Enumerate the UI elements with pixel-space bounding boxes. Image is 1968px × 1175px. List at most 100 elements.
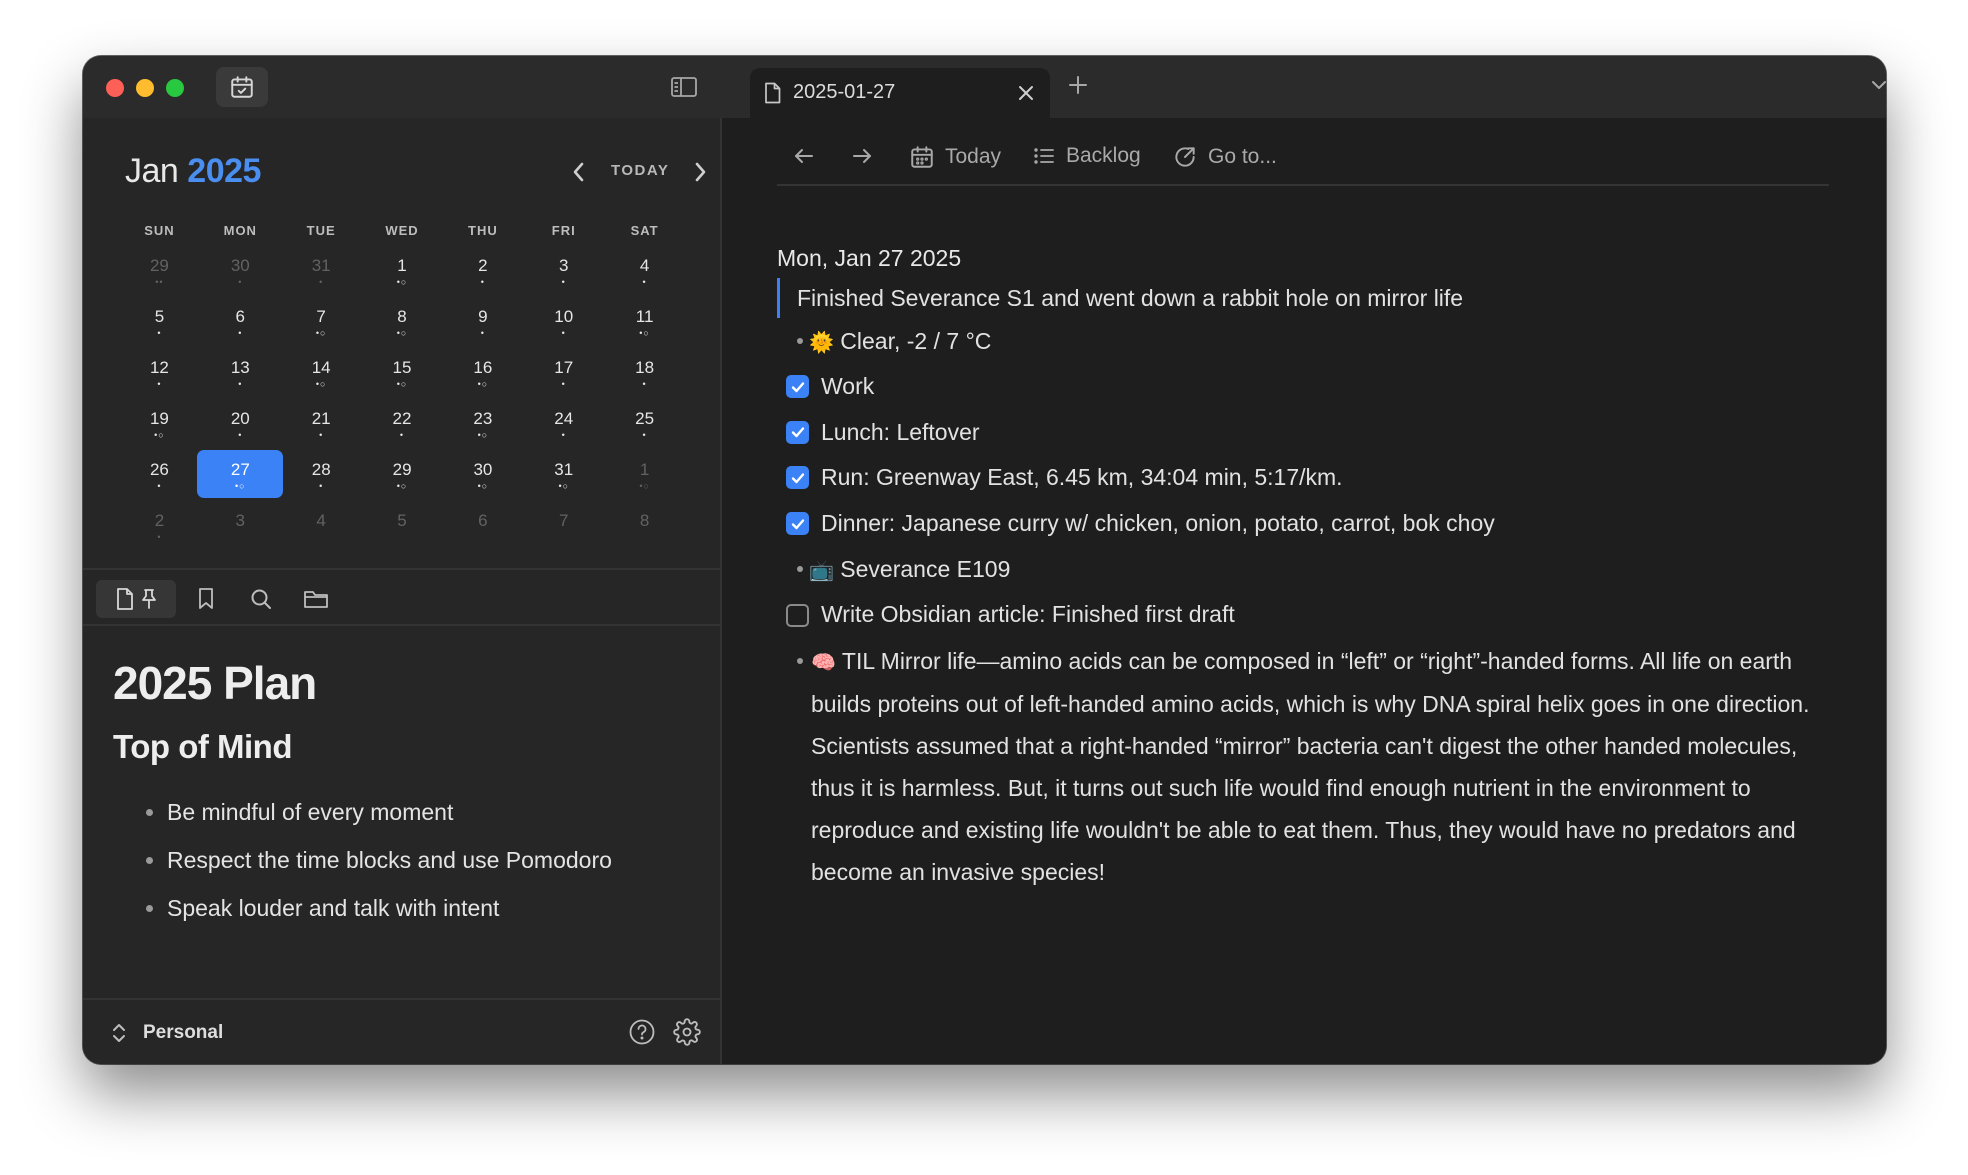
calendar-day[interactable]: 26 • [119,450,200,498]
note-indicator-dots: • [480,277,485,287]
calendar-day[interactable]: 13 • [200,348,281,396]
calendar-day[interactable]: 29 •○ [362,450,443,498]
calendar-day[interactable]: 7 [523,501,604,549]
calendar-day[interactable]: 10 • [523,297,604,345]
calendar-day[interactable]: 25 • [604,399,685,447]
forward-button[interactable] [850,144,874,168]
calendar-day[interactable]: 8 •○ [362,297,443,345]
close-icon[interactable] [1016,83,1036,103]
calendar-day[interactable]: 19 •○ [119,399,200,447]
calendar-day[interactable]: 24 • [523,399,604,447]
calendar-day[interactable]: 3 [200,501,281,549]
calendar-day[interactable]: 1 •○ [604,450,685,498]
task-item: Work [777,364,1837,410]
tab-daily-note[interactable]: 2025-01-27 [750,68,1050,118]
vault-switcher-icon[interactable] [109,1020,129,1046]
calendar-day[interactable]: 12 • [119,348,200,396]
calendar-day[interactable]: 11 •○ [604,297,685,345]
arrow-left-icon [795,149,813,163]
weather-text: Clear, -2 / 7 °C [840,328,992,354]
calendar-day[interactable]: 2 • [119,501,200,549]
list-item: Speak louder and talk with intent [113,884,693,932]
calendar-day[interactable]: 3 • [523,246,604,294]
task-item: Run: Greenway East, 6.45 km, 34:04 min, … [777,455,1837,501]
help-icon[interactable] [628,1018,656,1046]
toggle-sidebar-button[interactable] [669,73,699,101]
calendar-day[interactable]: 1 •○ [362,246,443,294]
calendar-grid: SUN MON TUE WED THU FRI SAT 29 •• 30 • 31 • 1 •… [119,216,685,552]
previous-month-button[interactable] [567,158,591,186]
day-number: 25 [635,409,655,428]
calendar-day[interactable]: 2 • [442,246,523,294]
calendar-day[interactable]: 18 • [604,348,685,396]
day-number: 5 [154,307,165,326]
note-indicator-dots: • [561,277,566,287]
tab-bar: 2025-01-27 [722,56,1886,118]
tab-files[interactable] [96,580,176,618]
calendar-day[interactable]: 7 •○ [281,297,362,345]
calendar-day[interactable]: 6 [442,501,523,549]
calendar-day[interactable]: 31 • [281,246,362,294]
vault-name[interactable]: Personal [143,1022,223,1044]
calendar-day[interactable]: 9 • [442,297,523,345]
list-item: Be mindful of every moment [113,788,693,836]
calendar-day[interactable]: 16 •○ [442,348,523,396]
til-item: 🧠 TIL Mirror life—amino acids can be com… [777,640,1837,893]
calendar-day[interactable]: 22 • [362,399,443,447]
note-indicator-dots: •○ [477,481,489,491]
calendar-day[interactable]: 20 • [200,399,281,447]
task-checkbox[interactable] [786,466,809,490]
calendar-day[interactable]: 5 • [119,297,200,345]
task-checkbox[interactable] [786,603,809,627]
task-item: Lunch: Leftover [777,410,1837,456]
next-month-button[interactable] [688,158,712,186]
calendar-day[interactable]: 5 [362,501,443,549]
calendar-day[interactable]: 14 •○ [281,348,362,396]
calendar-view-button[interactable] [216,67,268,107]
calendar-day[interactable]: 8 [604,501,685,549]
calendar-day[interactable]: 29 •• [119,246,200,294]
calendar-day[interactable]: 17 • [523,348,604,396]
file-icon [765,82,781,104]
calendar-day[interactable]: 30 • [200,246,281,294]
search-icon [251,589,271,609]
zoom-window-button[interactable] [166,79,184,97]
day-number: 31 [311,256,331,275]
task-checkbox[interactable] [786,512,809,536]
calendar-day[interactable]: 31 •○ [523,450,604,498]
tab-bookmarks[interactable] [186,580,226,618]
calendar-day-selected[interactable]: 27 •○ [197,450,284,498]
goto-button[interactable]: Go to... [1172,144,1277,170]
back-button[interactable] [792,144,816,168]
task-checkbox[interactable] [786,375,809,399]
task-label: Run: Greenway East, 6.45 km, 34:04 min, … [821,464,1343,491]
tab-search[interactable] [241,580,281,618]
calendar-day[interactable]: 21 • [281,399,362,447]
day-number: 13 [230,358,250,377]
day-number: 2 [154,511,165,530]
backlog-button[interactable]: Backlog [1032,144,1141,168]
minimize-window-button[interactable] [136,79,154,97]
tab-folders[interactable] [296,580,336,618]
calendar-day[interactable]: 23 •○ [442,399,523,447]
chevron-down-icon[interactable] [1869,78,1886,92]
note-indicator-dots: •• [155,277,164,287]
editor-area: 2025-01-27 Today Backlog Go to... Mon, J… [722,56,1886,1064]
day-number: 22 [392,409,412,428]
close-window-button[interactable] [106,79,124,97]
calendar-day[interactable]: 6 • [200,297,281,345]
task-label: Write Obsidian article: Finished first d… [821,601,1235,628]
today-button[interactable]: TODAY [611,162,669,179]
today-nav-button[interactable]: Today [909,144,1001,170]
calendar-day[interactable]: 4 [281,501,362,549]
calendar-day[interactable]: 4 • [604,246,685,294]
today-nav-label: Today [945,145,1002,168]
task-checkbox[interactable] [786,420,809,444]
calendar-day[interactable]: 28 • [281,450,362,498]
gear-icon[interactable] [673,1018,701,1046]
new-tab-icon[interactable] [1067,74,1089,96]
calendar-day[interactable]: 30 •○ [443,450,524,498]
day-number: 16 [473,358,493,377]
calendar-day[interactable]: 15 •○ [362,348,443,396]
day-number: 19 [149,409,169,428]
